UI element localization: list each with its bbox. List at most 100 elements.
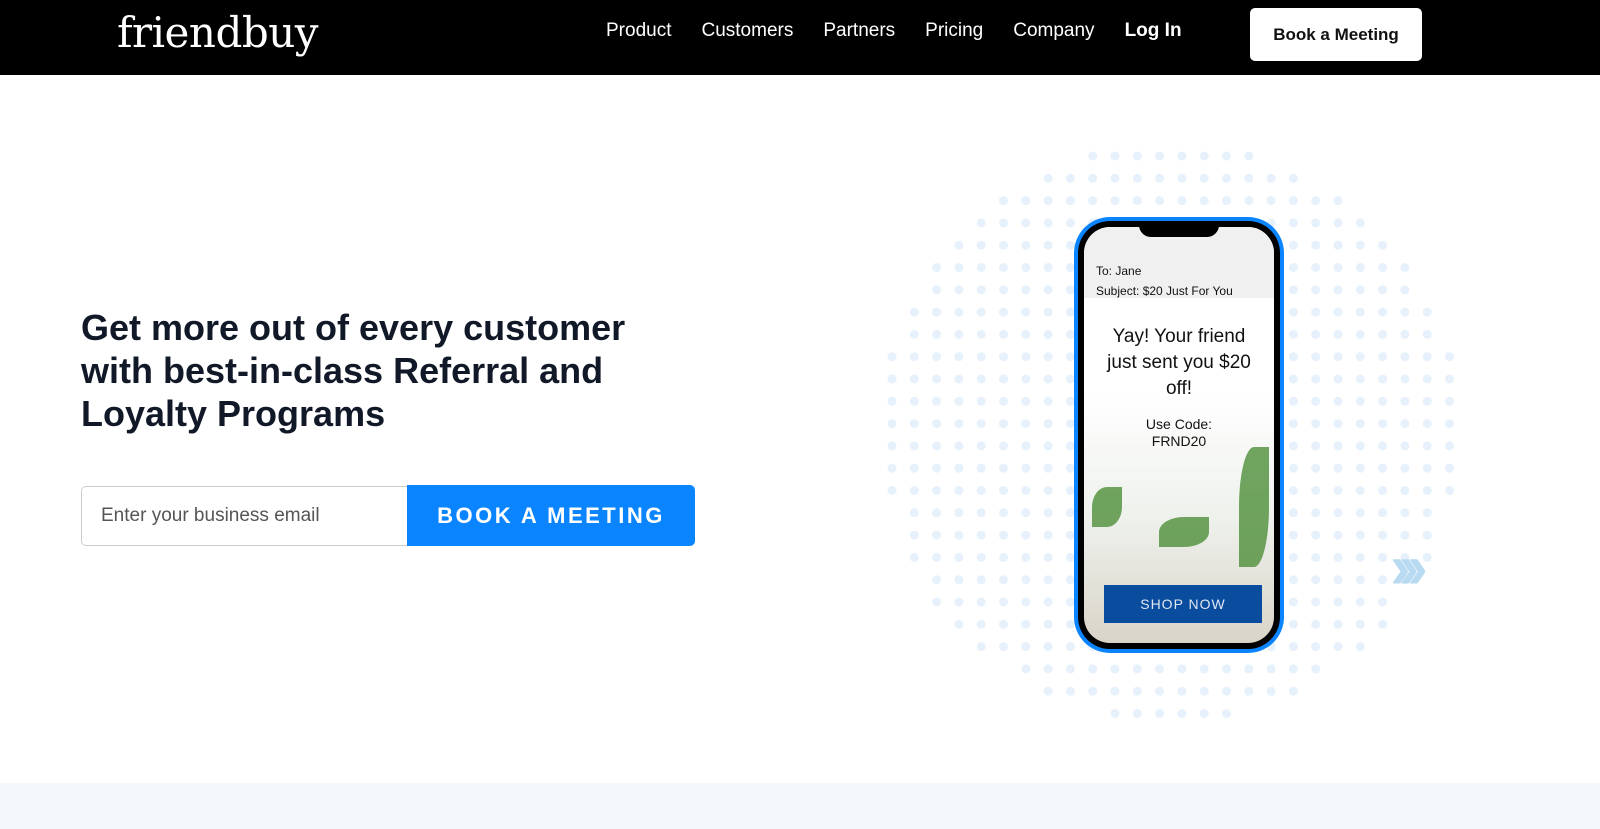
dot <box>1378 619 1388 629</box>
dot <box>1378 396 1388 406</box>
dot <box>1333 218 1343 228</box>
dot <box>1288 508 1298 518</box>
book-meeting-button[interactable]: BOOK A MEETING <box>407 485 695 546</box>
dot <box>1378 240 1388 250</box>
dot <box>1132 686 1142 696</box>
dot <box>1333 240 1343 250</box>
dot <box>1333 285 1343 295</box>
dot <box>1355 642 1365 652</box>
dot <box>1445 419 1454 429</box>
nav-customers[interactable]: Customers <box>701 20 793 42</box>
dot <box>999 285 1008 295</box>
dot <box>887 396 897 406</box>
dot <box>999 486 1008 495</box>
nav-company[interactable]: Company <box>1013 20 1094 42</box>
dot <box>932 441 942 451</box>
dot <box>1266 196 1276 206</box>
dot <box>1222 196 1231 206</box>
dot <box>1445 441 1454 451</box>
dot <box>954 441 964 451</box>
dot <box>1288 285 1298 295</box>
dot <box>1155 709 1165 718</box>
dot <box>1333 597 1343 607</box>
dot <box>1155 173 1165 183</box>
dot <box>954 575 964 585</box>
dot <box>954 240 964 250</box>
dot <box>1021 530 1031 540</box>
dot <box>954 352 964 362</box>
dot <box>1155 151 1165 161</box>
dot <box>1355 218 1365 228</box>
dot <box>1043 619 1053 629</box>
dot <box>1199 173 1209 183</box>
dot <box>887 441 897 451</box>
dot <box>1288 307 1298 317</box>
plant-image <box>1239 447 1269 567</box>
dot <box>1400 441 1410 451</box>
dot <box>1288 419 1298 429</box>
dot <box>1199 151 1209 161</box>
dot <box>1311 575 1321 585</box>
dot <box>1311 508 1321 518</box>
nav-pricing[interactable]: Pricing <box>925 20 983 42</box>
dot <box>1288 530 1298 540</box>
dot <box>1311 642 1321 652</box>
dot <box>887 374 897 384</box>
email-header: To: Jane Subject: $20 Just For You <box>1084 227 1274 298</box>
dot <box>1088 686 1098 696</box>
dot <box>1333 396 1343 406</box>
dot <box>1355 307 1365 317</box>
nav-partners[interactable]: Partners <box>823 20 895 42</box>
dot <box>999 619 1008 629</box>
dot <box>1021 240 1031 250</box>
dot <box>1288 196 1298 206</box>
business-email-input[interactable] <box>81 486 408 546</box>
dot <box>999 396 1008 406</box>
dot <box>1445 486 1454 495</box>
dot <box>1400 508 1410 518</box>
dot <box>1378 486 1388 495</box>
dot <box>1355 285 1365 295</box>
promo-code: FRND20 <box>1151 433 1207 449</box>
book-meeting-nav-button[interactable]: Book a Meeting <box>1250 8 1422 61</box>
dot <box>1199 196 1209 206</box>
dot <box>1378 329 1388 339</box>
dot <box>1244 664 1254 674</box>
dot <box>1355 552 1365 562</box>
nav-product[interactable]: Product <box>606 20 671 42</box>
dot <box>1043 508 1053 518</box>
dot <box>954 307 964 317</box>
dot <box>1422 486 1432 495</box>
dot <box>999 597 1008 607</box>
dot <box>1333 552 1343 562</box>
dot <box>954 263 964 272</box>
phone-notch <box>1139 221 1219 237</box>
dot <box>1400 486 1410 495</box>
dot <box>976 619 986 629</box>
dot <box>1333 307 1343 317</box>
dot <box>1155 196 1165 206</box>
dot <box>954 552 964 562</box>
dot <box>1288 374 1298 384</box>
dot <box>1333 463 1343 473</box>
dot <box>1088 151 1098 161</box>
dot <box>932 263 942 272</box>
dot <box>999 575 1008 585</box>
nav-login[interactable]: Log In <box>1125 20 1182 42</box>
dot <box>999 642 1008 652</box>
dot <box>1177 664 1187 674</box>
dot <box>1065 642 1075 652</box>
dot <box>1177 173 1187 183</box>
dot <box>1355 352 1365 362</box>
dot <box>1378 307 1388 317</box>
dot <box>1333 441 1343 451</box>
dot <box>887 486 897 495</box>
dot <box>1445 463 1454 473</box>
dot <box>1311 329 1321 339</box>
dot <box>1288 263 1298 272</box>
dot <box>1422 419 1432 429</box>
dot <box>1422 552 1432 562</box>
friendbuy-logo[interactable]: friendbuy <box>117 8 319 57</box>
nav-links: Product Customers Partners Pricing Compa… <box>606 20 1182 42</box>
dot <box>976 597 986 607</box>
